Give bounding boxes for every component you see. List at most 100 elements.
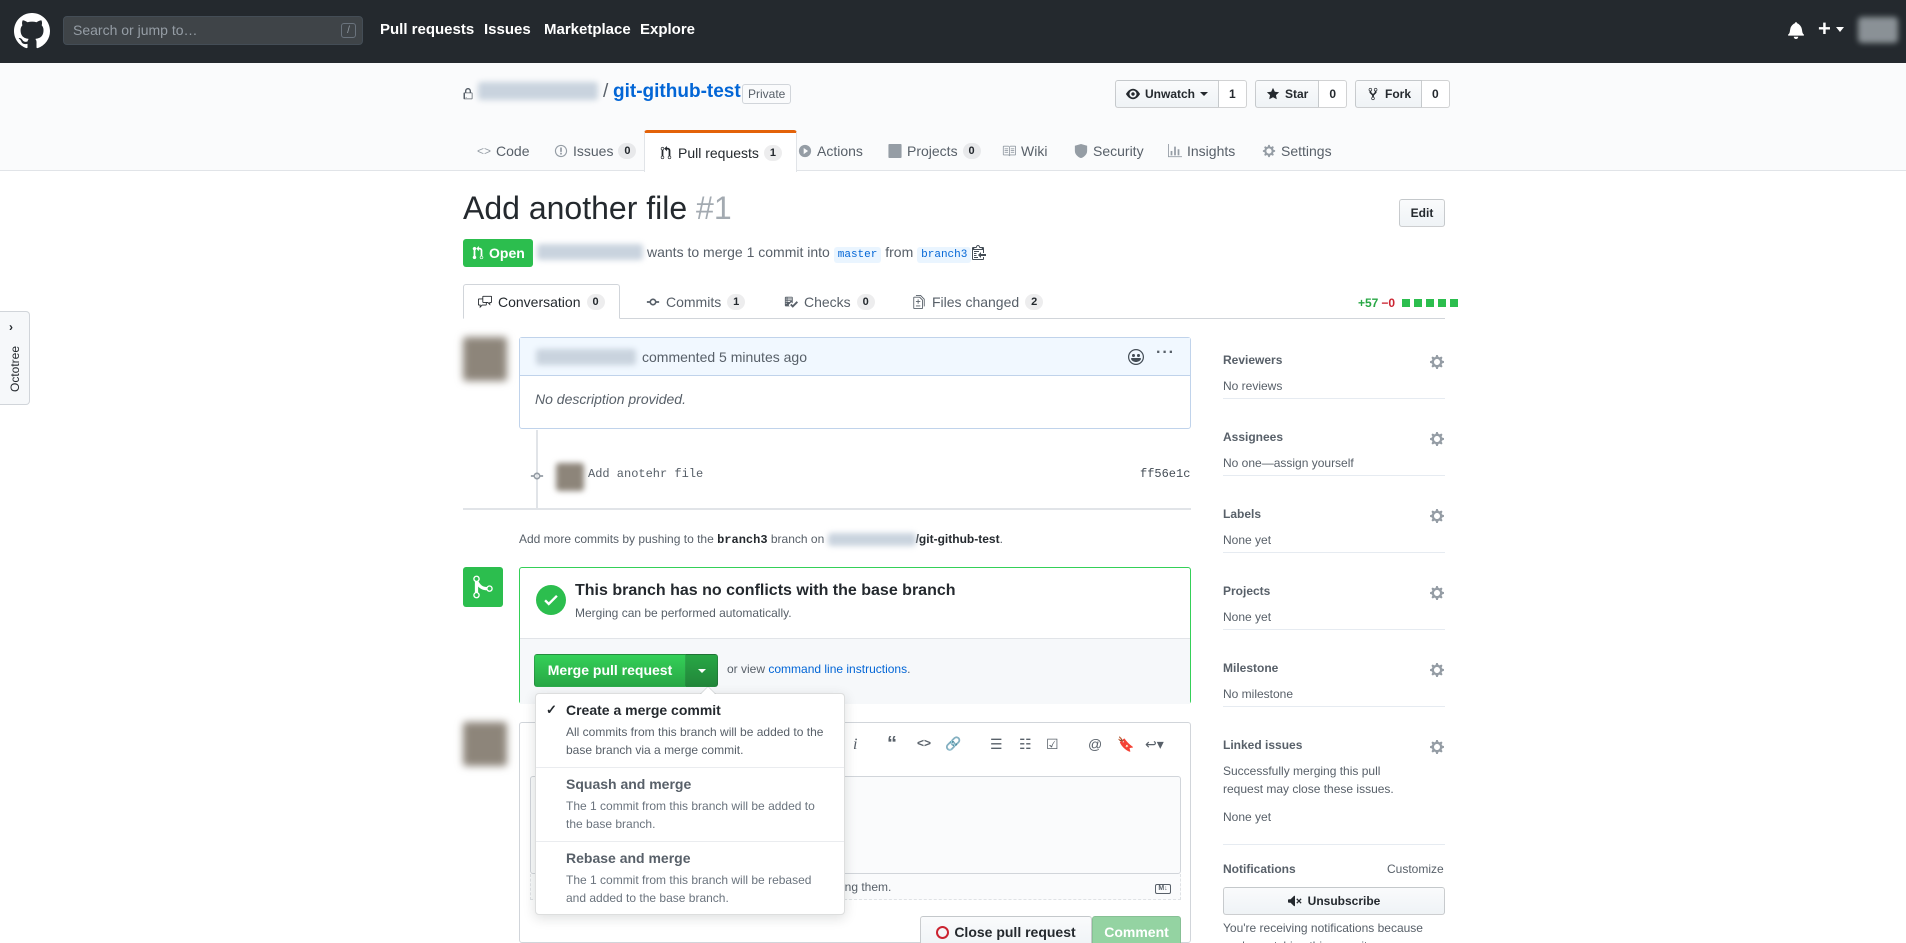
repo-path-separator: / bbox=[603, 81, 609, 102]
commit-author-avatar[interactable] bbox=[556, 463, 584, 491]
markdown-icon[interactable]: M↓ bbox=[1155, 884, 1171, 894]
link-icon[interactable]: 🔗 bbox=[945, 736, 961, 752]
task-list-icon[interactable]: ☑ bbox=[1046, 736, 1059, 753]
quote-icon[interactable]: “ bbox=[887, 733, 897, 756]
merge-method-dropdown-caret[interactable] bbox=[686, 654, 718, 687]
git-merge-icon bbox=[473, 575, 493, 599]
merge-option-description: The 1 commit from this branch will be ad… bbox=[566, 799, 815, 831]
tab-security[interactable]: Security bbox=[1060, 130, 1158, 171]
tab-commits[interactable]: Commits 1 bbox=[632, 284, 759, 319]
tab-pull-requests[interactable]: Pull requests 1 bbox=[644, 130, 797, 172]
unordered-list-icon[interactable]: ☰ bbox=[990, 736, 1003, 753]
nav-marketplace[interactable]: Marketplace bbox=[544, 21, 631, 38]
repo-name-link[interactable]: git-github-test bbox=[613, 81, 741, 103]
base-branch-label[interactable]: master bbox=[833, 247, 882, 263]
reply-icon[interactable]: ↩▾ bbox=[1145, 736, 1164, 753]
repo-owner-link[interactable] bbox=[478, 82, 598, 100]
star-icon bbox=[1266, 87, 1280, 100]
watchers-count[interactable]: 1 bbox=[1219, 80, 1247, 108]
unwatch-button[interactable]: Unwatch bbox=[1115, 80, 1220, 108]
ordered-list-icon[interactable]: ☷ bbox=[1019, 736, 1032, 753]
forks-count[interactable]: 0 bbox=[1422, 80, 1450, 108]
clipboard-copy-icon[interactable] bbox=[972, 244, 986, 260]
command-line-instructions-link[interactable]: command line instructions bbox=[768, 662, 907, 676]
tab-projects[interactable]: Projects 0 bbox=[874, 130, 995, 171]
diffstat-block bbox=[1438, 299, 1447, 307]
gear-icon[interactable] bbox=[1429, 739, 1445, 755]
smiley-icon[interactable] bbox=[1128, 349, 1144, 365]
sidebar-linked-issues-value: None yet bbox=[1223, 810, 1272, 824]
sidebar-linked-issues-label[interactable]: Linked issues bbox=[1223, 738, 1302, 752]
tab-code[interactable]: <> Code bbox=[463, 130, 543, 171]
sidebar-labels-label[interactable]: Labels bbox=[1223, 507, 1261, 521]
merge-pull-request-button[interactable]: Merge pull request bbox=[534, 654, 686, 687]
private-badge: Private bbox=[742, 84, 792, 104]
sidebar-milestone-label[interactable]: Milestone bbox=[1223, 661, 1278, 675]
tab-issues-label: Issues bbox=[573, 142, 614, 159]
diffstat-block bbox=[1450, 299, 1459, 307]
gear-icon[interactable] bbox=[1429, 585, 1445, 601]
push-hint: Add more commits by pushing to the branc… bbox=[519, 532, 1003, 547]
merge-option-squash-and-merge[interactable]: Squash and merge The 1 commit from this … bbox=[536, 768, 844, 842]
command-line-hint: or view command line instructions. bbox=[727, 662, 910, 676]
create-new-caret-icon[interactable] bbox=[1836, 27, 1844, 32]
gear-icon[interactable] bbox=[1429, 662, 1445, 678]
commit-message-link[interactable]: Add anotehr file bbox=[588, 467, 703, 481]
comment-author-avatar[interactable] bbox=[463, 337, 507, 381]
user-avatar[interactable] bbox=[1858, 17, 1898, 43]
comment-timestamp: commented 5 minutes ago bbox=[642, 349, 807, 365]
italic-icon[interactable]: i bbox=[853, 736, 857, 754]
close-pull-request-button[interactable]: Close pull request bbox=[920, 916, 1092, 943]
star-label: Star bbox=[1285, 87, 1309, 101]
mention-icon[interactable]: @ bbox=[1088, 736, 1102, 752]
tab-wiki[interactable]: Wiki bbox=[988, 130, 1061, 171]
gear-icon[interactable] bbox=[1429, 431, 1445, 447]
notifications-customize-link[interactable]: Customize bbox=[1387, 862, 1444, 876]
nav-pull-requests[interactable]: Pull requests bbox=[380, 21, 474, 38]
nav-explore[interactable]: Explore bbox=[640, 21, 695, 38]
close-pull-request-label: Close pull request bbox=[954, 924, 1076, 940]
create-new-plus-icon[interactable]: + bbox=[1818, 18, 1831, 40]
bookmark-icon[interactable]: 🔖 bbox=[1117, 736, 1134, 753]
notifications-bell-icon[interactable] bbox=[1788, 21, 1804, 39]
merge-option-title: Squash and merge bbox=[566, 776, 692, 792]
tab-pull-requests-label: Pull requests bbox=[678, 144, 759, 161]
comment-submit-button[interactable]: Comment bbox=[1092, 916, 1181, 943]
sidebar-assignees-label[interactable]: Assignees bbox=[1223, 430, 1283, 444]
gear-icon[interactable] bbox=[1429, 354, 1445, 370]
sidebar-assignees-value[interactable]: No one—assign yourself bbox=[1223, 454, 1445, 472]
tab-settings[interactable]: Settings bbox=[1248, 130, 1346, 171]
unsubscribe-button[interactable]: Unsubscribe bbox=[1223, 887, 1445, 915]
stars-count[interactable]: 0 bbox=[1319, 80, 1348, 108]
merge-option-create-merge-commit[interactable]: ✓ Create a merge commit All commits from… bbox=[536, 694, 844, 768]
current-user-avatar[interactable] bbox=[463, 722, 507, 766]
tab-issues[interactable]: Issues 0 bbox=[540, 130, 650, 171]
tab-checks[interactable]: Checks 0 bbox=[770, 284, 889, 319]
github-logo-icon[interactable] bbox=[14, 13, 50, 49]
tab-insights[interactable]: Insights bbox=[1154, 130, 1249, 171]
nav-issues[interactable]: Issues bbox=[484, 21, 531, 38]
code-icon[interactable]: <> bbox=[917, 736, 931, 750]
head-branch-label[interactable]: branch3 bbox=[917, 247, 972, 263]
pull-request-icon bbox=[472, 246, 484, 260]
check-icon: ✓ bbox=[546, 702, 557, 717]
fork-button[interactable]: Fork bbox=[1355, 80, 1423, 108]
kebab-menu-icon[interactable]: ··· bbox=[1156, 344, 1175, 362]
tab-actions[interactable]: Actions bbox=[784, 130, 877, 171]
push-hint-owner[interactable] bbox=[827, 533, 916, 547]
comment-author-link[interactable] bbox=[536, 349, 636, 365]
commit-sha-link[interactable]: ff56e1c bbox=[1140, 467, 1190, 481]
push-hint-repo[interactable]: /git-github-test bbox=[916, 532, 1000, 546]
merge-option-rebase-and-merge[interactable]: Rebase and merge The 1 commit from this … bbox=[536, 842, 844, 916]
pr-author-link[interactable] bbox=[537, 244, 643, 260]
sidebar-projects-label[interactable]: Projects bbox=[1223, 584, 1270, 598]
search-input[interactable]: Search or jump to… / bbox=[63, 16, 363, 45]
octotree-toggle[interactable]: › Octotree bbox=[0, 311, 30, 405]
tab-conversation[interactable]: Conversation 0 bbox=[463, 284, 620, 319]
edit-title-button[interactable]: Edit bbox=[1399, 199, 1445, 227]
star-button[interactable]: Star bbox=[1255, 80, 1320, 108]
gear-icon[interactable] bbox=[1429, 508, 1445, 524]
pr-number: #1 bbox=[696, 190, 732, 226]
sidebar-reviewers-label[interactable]: Reviewers bbox=[1223, 353, 1282, 367]
tab-files-changed[interactable]: Files changed 2 bbox=[898, 284, 1057, 319]
